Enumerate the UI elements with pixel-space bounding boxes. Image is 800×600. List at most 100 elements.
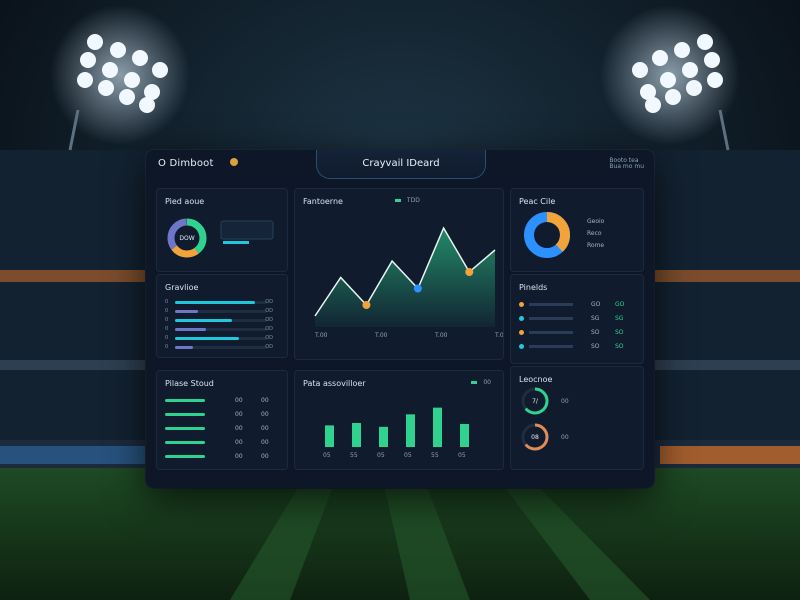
table-row-bar xyxy=(165,441,205,444)
table-row[interactable]: 00 00 xyxy=(165,439,273,447)
bar[interactable] xyxy=(433,407,442,447)
bar[interactable] xyxy=(460,423,469,447)
bar[interactable] xyxy=(406,414,415,447)
row-dot xyxy=(519,316,524,321)
row-bar xyxy=(529,331,573,334)
bar-row: 0 OD xyxy=(165,335,273,343)
top-right-line: Bua mo mu xyxy=(609,163,644,170)
row-dot xyxy=(519,302,524,307)
bar-row-track xyxy=(175,310,267,313)
x-tick-label: 05 xyxy=(323,452,331,459)
x-tick-label: 55 xyxy=(431,452,439,459)
table-row-value: 00 xyxy=(235,397,243,404)
pie-chart: Geoio Reco Rome xyxy=(524,212,605,258)
table-row-value: 00 xyxy=(261,425,269,432)
legend-swatch xyxy=(395,199,401,202)
table-row-value: 00 xyxy=(261,453,269,460)
row-dot xyxy=(519,330,524,335)
table-row-value: 00 xyxy=(261,439,269,446)
table-row[interactable]: 00 00 xyxy=(165,397,273,405)
bar-row: 0 OD xyxy=(165,299,273,307)
table-row-bar xyxy=(165,427,205,430)
pie-panel: Peac Cile Geoio Reco Rome xyxy=(510,188,644,272)
table-row-value: 00 xyxy=(235,411,243,418)
pie-title: Peac Cile xyxy=(519,197,556,206)
dashboard-window: O Dimboot Crayvail IDeard Booto tea Bua … xyxy=(146,150,654,488)
table2-row[interactable]: GO GO xyxy=(519,301,635,309)
bar-row-value: OD xyxy=(265,317,273,323)
area-point[interactable] xyxy=(465,268,474,276)
bar-row: 0 OD xyxy=(165,326,273,334)
table-row-bar xyxy=(165,399,205,402)
bar-row: 0 OD xyxy=(165,317,273,325)
brand-label: O Dimboot xyxy=(158,158,214,169)
table2-row[interactable]: SO SO xyxy=(519,343,635,351)
bar-row-fill xyxy=(175,346,194,349)
bar-row-fill xyxy=(175,310,198,313)
table-row[interactable]: 00 00 xyxy=(165,453,273,461)
pie-legend-label: Reco xyxy=(587,230,602,237)
table-row[interactable]: 00 00 xyxy=(165,411,273,419)
top-right-info: Booto tea Bua mo mu xyxy=(609,158,644,170)
bar-row-label: 0 xyxy=(165,317,169,323)
bar-row: 0 OD xyxy=(165,344,273,352)
bar-row-fill xyxy=(175,328,207,331)
bar-row-label: 0 xyxy=(165,308,169,314)
area-chart-title: Fantoerne xyxy=(303,197,343,206)
row-dot xyxy=(519,344,524,349)
score-donut: DOW xyxy=(167,218,274,258)
table2-panel: Pinelds GO GO SG SG SO SO SO SO xyxy=(510,274,644,364)
bar-row-fill xyxy=(175,301,256,304)
ring-label: 08 xyxy=(531,434,539,441)
bar[interactable] xyxy=(325,425,334,447)
bar-row-value: OD xyxy=(265,344,273,350)
legend-text: 00 xyxy=(483,379,491,386)
table-panel-title: Pilase Stoud xyxy=(165,379,214,388)
bar[interactable] xyxy=(352,423,361,447)
x-tick-label: 05 xyxy=(404,452,412,459)
row-value: SO xyxy=(591,343,600,350)
table-panel: Pilase Stoud 00 00 00 00 00 00 00 00 00 00 xyxy=(156,370,288,470)
bar-row-value: OD xyxy=(265,326,273,332)
row-value: SO xyxy=(615,329,624,336)
area-chart-panel: Fantoerne TDD T.00 T.00 T.00 T.00 xyxy=(294,188,504,360)
bar-row-label: 0 xyxy=(165,344,169,350)
bar-row-fill xyxy=(175,319,233,322)
bar-chart-panel: Pata assovilloer 00 05 55 05 05 55 05 xyxy=(294,370,504,470)
bar-row-value: OD xyxy=(265,308,273,314)
row-value: SO xyxy=(615,343,624,350)
table-row-value: 00 xyxy=(261,411,269,418)
bar-chart: 05 55 05 05 55 05 xyxy=(323,407,469,459)
table-row-value: 00 xyxy=(235,453,243,460)
row-value: SG xyxy=(591,315,600,322)
score-panel: Pied aoue DOW xyxy=(156,188,288,272)
x-tick-label: 05 xyxy=(377,452,385,459)
table-row-value: 00 xyxy=(261,397,269,404)
table-row-bar xyxy=(165,455,205,458)
table-row-bar xyxy=(165,413,205,416)
table-row[interactable]: 00 00 xyxy=(165,425,273,433)
table2-row[interactable]: SO SO xyxy=(519,329,635,337)
bars-panel-title: Gravlioe xyxy=(165,283,199,292)
table2-row[interactable]: SG SG xyxy=(519,315,635,323)
bar-chart-title: Pata assovilloer xyxy=(303,379,366,388)
rings-chart: 7/00 08 00 xyxy=(521,387,569,451)
row-value: GO xyxy=(615,301,625,308)
score-panel-title: Pied aoue xyxy=(165,197,205,206)
ring-value: 00 xyxy=(561,434,569,441)
x-tick-label: T.00 xyxy=(494,332,503,339)
ring-value: 00 xyxy=(561,398,569,405)
x-tick-label: T.00 xyxy=(374,332,388,339)
rings-panel: Leocnoe 7/00 08 00 xyxy=(510,366,644,470)
area-point[interactable] xyxy=(413,284,422,293)
bar-row-label: 0 xyxy=(165,326,169,332)
bar[interactable] xyxy=(379,426,388,447)
donut-label: DOW xyxy=(179,235,194,242)
x-tick-label: T.00 xyxy=(434,332,448,339)
x-tick-label: 05 xyxy=(458,452,466,459)
pie-legend-label: Geoio xyxy=(587,218,605,225)
area-point[interactable] xyxy=(362,301,371,309)
notification-icon[interactable] xyxy=(230,158,238,166)
bar-row-value: OD xyxy=(265,335,273,341)
bar-row: 0 OD xyxy=(165,308,273,316)
